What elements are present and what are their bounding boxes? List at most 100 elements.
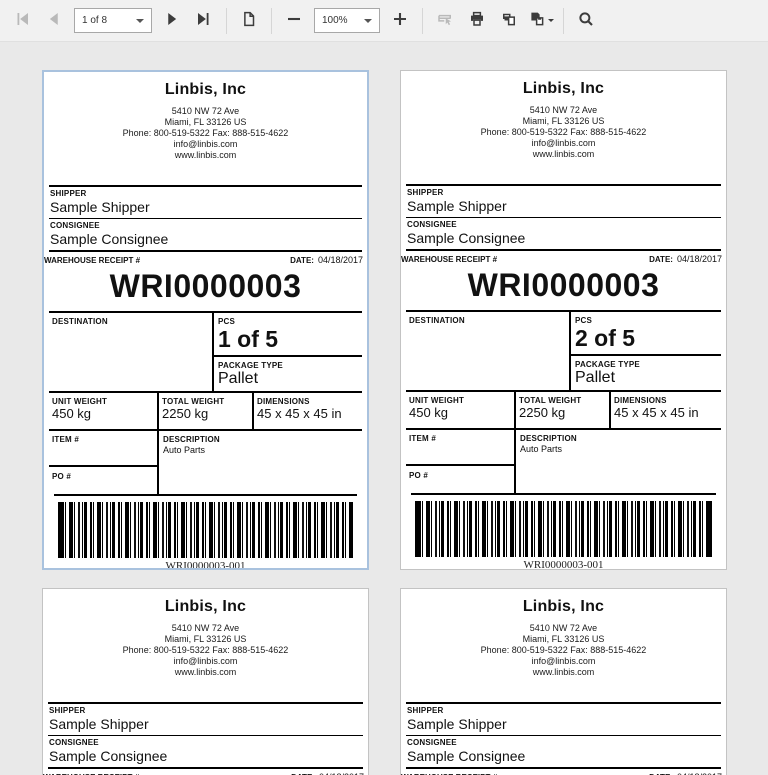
address-line: info@linbis.com bbox=[173, 656, 238, 666]
shipper-label: SHIPPER bbox=[407, 706, 444, 715]
toolbar-separator bbox=[271, 7, 272, 34]
consignee-label: CONSIGNEE bbox=[49, 738, 99, 747]
next-page-button[interactable] bbox=[157, 6, 187, 36]
dimensions-label: DIMENSIONS bbox=[614, 396, 667, 405]
single-page-view-icon bbox=[240, 10, 258, 31]
address-line: www.linbis.com bbox=[174, 667, 237, 677]
consignee-value: Sample Consignee bbox=[50, 231, 169, 247]
package-type-value: Pallet bbox=[575, 369, 616, 386]
address-line: Miami, FL 33126 US bbox=[164, 634, 247, 644]
address-line: Miami, FL 33126 US bbox=[522, 116, 605, 126]
destination-label: DESTINATION bbox=[409, 316, 465, 325]
chevron-down-icon bbox=[364, 18, 372, 23]
description-label: DESCRIPTION bbox=[520, 434, 577, 443]
address-line: info@linbis.com bbox=[531, 656, 596, 666]
address-line: www.linbis.com bbox=[532, 667, 595, 677]
zoom-out-button[interactable] bbox=[279, 6, 309, 36]
preview-toolbar: 1 of 8 100% bbox=[0, 0, 768, 42]
zoom-level-select[interactable]: 100% bbox=[314, 8, 380, 33]
address-line: 5410 NW 72 Ave bbox=[171, 106, 240, 116]
label-page[interactable]: Linbis, Inc 5410 NW 72 Ave Miami, FL 331… bbox=[42, 70, 369, 570]
company-name: Linbis, Inc bbox=[164, 81, 247, 98]
po-label: PO # bbox=[52, 472, 72, 481]
shipper-value: Sample Shipper bbox=[50, 199, 150, 215]
po-label: PO # bbox=[409, 471, 429, 480]
zoom-out-icon bbox=[285, 10, 303, 31]
company-address: 5410 NW 72 Ave Miami, FL 33126 US Phone:… bbox=[401, 623, 726, 702]
company-name: Linbis, Inc bbox=[522, 598, 605, 615]
print-page-icon bbox=[500, 10, 518, 31]
date-value: 04/18/2017 bbox=[676, 254, 722, 264]
preview-content-area: Linbis, Inc 5410 NW 72 Ave Miami, FL 331… bbox=[0, 42, 768, 775]
address-line: Phone: 800-519-5322 Fax: 888-515-4622 bbox=[122, 645, 289, 655]
barcode bbox=[58, 502, 353, 558]
export-icon bbox=[528, 10, 546, 31]
search-icon bbox=[577, 10, 595, 31]
print-selection-icon bbox=[436, 10, 454, 31]
shipper-value: Sample Shipper bbox=[407, 198, 507, 214]
barcode-text: WRI0000003-001 bbox=[523, 559, 604, 570]
unit-weight-label: UNIT WEIGHT bbox=[409, 396, 465, 405]
page-number-select[interactable]: 1 of 8 bbox=[74, 8, 152, 33]
package-type-label: PACKAGE TYPE bbox=[218, 361, 283, 370]
unit-weight-value: 450 kg bbox=[52, 406, 92, 421]
receipt-number: WRI0000003 bbox=[467, 267, 660, 303]
package-type-label: PACKAGE TYPE bbox=[575, 360, 640, 369]
shipper-label: SHIPPER bbox=[49, 706, 86, 715]
zoom-in-icon bbox=[391, 10, 409, 31]
divider bbox=[411, 493, 716, 495]
company-name: Linbis, Inc bbox=[164, 598, 247, 615]
previous-page-icon bbox=[45, 10, 63, 31]
consignee-value: Sample Consignee bbox=[407, 230, 526, 246]
consignee-label: CONSIGNEE bbox=[50, 221, 100, 230]
shipper-value: Sample Shipper bbox=[407, 716, 507, 732]
print-icon bbox=[468, 10, 486, 31]
pcs-value: 2 of 5 bbox=[575, 325, 636, 351]
description-value: Auto Parts bbox=[520, 444, 563, 454]
company-address: 5410 NW 72 Ave Miami, FL 33126 US Phone:… bbox=[401, 105, 726, 184]
last-page-button[interactable] bbox=[189, 6, 219, 36]
address-line: info@linbis.com bbox=[531, 138, 596, 148]
total-weight-label: TOTAL WEIGHT bbox=[519, 396, 582, 405]
first-page-icon bbox=[13, 10, 31, 31]
item-label: ITEM # bbox=[409, 434, 436, 443]
dimensions-value: 45 x 45 x 45 in bbox=[614, 405, 699, 420]
export-button[interactable] bbox=[526, 6, 556, 36]
toolbar-separator bbox=[226, 7, 227, 34]
consignee-value: Sample Consignee bbox=[49, 748, 168, 764]
address-line: 5410 NW 72 Ave bbox=[171, 623, 240, 633]
print-page-button[interactable] bbox=[494, 6, 524, 36]
warehouse-receipt-label: WAREHOUSE RECEIPT # bbox=[401, 255, 498, 264]
print-button[interactable] bbox=[462, 6, 492, 36]
warehouse-receipt-label: WAREHOUSE RECEIPT # bbox=[44, 256, 141, 265]
company-address: 5410 NW 72 Ave Miami, FL 33126 US Phone:… bbox=[44, 106, 367, 185]
address-line: Miami, FL 33126 US bbox=[164, 117, 247, 127]
label-page[interactable]: Linbis, Inc 5410 NW 72 Ave Miami, FL 331… bbox=[42, 588, 369, 775]
next-page-icon bbox=[163, 10, 181, 31]
unit-weight-label: UNIT WEIGHT bbox=[52, 397, 108, 406]
address-line: 5410 NW 72 Ave bbox=[529, 105, 598, 115]
chevron-down-icon bbox=[136, 18, 144, 23]
zoom-in-button[interactable] bbox=[385, 6, 415, 36]
total-weight-value: 2250 kg bbox=[519, 405, 566, 420]
unit-weight-value: 450 kg bbox=[409, 405, 449, 420]
label-page[interactable]: Linbis, Inc 5410 NW 72 Ave Miami, FL 331… bbox=[400, 70, 727, 570]
last-page-icon bbox=[195, 10, 213, 31]
first-page-button[interactable] bbox=[7, 6, 37, 36]
search-button[interactable] bbox=[571, 6, 601, 36]
address-line: Phone: 800-519-5322 Fax: 888-515-4622 bbox=[480, 645, 647, 655]
date-value: 04/18/2017 bbox=[317, 255, 363, 265]
barcode-text: WRI0000003-001 bbox=[165, 560, 246, 570]
print-selection-button[interactable] bbox=[430, 6, 460, 36]
toolbar-separator bbox=[422, 7, 423, 34]
single-page-view-button[interactable] bbox=[234, 6, 264, 36]
chevron-down-icon bbox=[548, 19, 554, 22]
company-address: 5410 NW 72 Ave Miami, FL 33126 US Phone:… bbox=[43, 623, 368, 702]
previous-page-button[interactable] bbox=[39, 6, 69, 36]
description-label: DESCRIPTION bbox=[163, 435, 220, 444]
label-page[interactable]: Linbis, Inc 5410 NW 72 Ave Miami, FL 331… bbox=[400, 588, 727, 775]
shipper-label: SHIPPER bbox=[50, 189, 87, 198]
address-line: info@linbis.com bbox=[173, 139, 238, 149]
address-line: 5410 NW 72 Ave bbox=[529, 623, 598, 633]
dimensions-value: 45 x 45 x 45 in bbox=[257, 406, 342, 421]
